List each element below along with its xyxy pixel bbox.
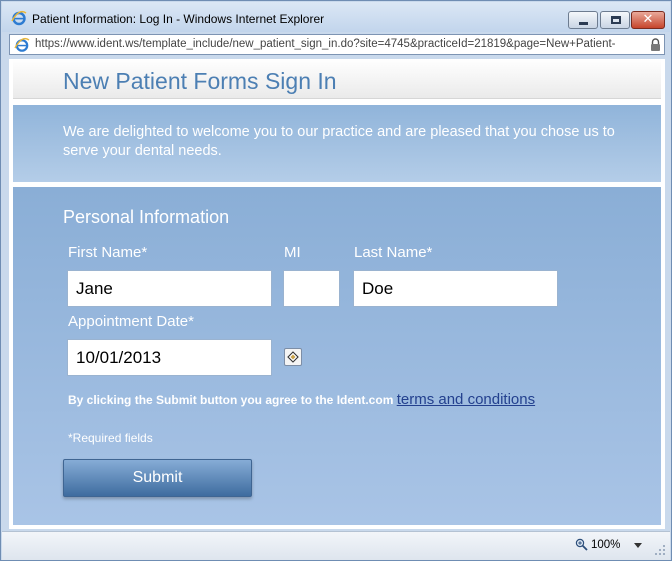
page-title: New Patient Forms Sign In [63, 68, 337, 94]
minimize-button[interactable] [568, 11, 598, 29]
appointment-date-field[interactable] [67, 339, 272, 376]
last-name-field[interactable] [353, 270, 558, 307]
zoom-level[interactable]: 100% [591, 539, 620, 551]
submit-button[interactable]: Submit [63, 459, 252, 497]
resize-grip-icon[interactable] [654, 544, 666, 556]
section-title: Personal Information [63, 207, 230, 227]
minimize-icon [579, 22, 588, 25]
first-name-label: First Name* [68, 244, 148, 261]
mi-field[interactable] [283, 270, 340, 307]
title-bar[interactable]: Patient Information: Log In - Windows In… [2, 2, 670, 32]
url-text[interactable]: https://www.ident.ws/template_include/ne… [35, 38, 643, 50]
ie-icon [11, 10, 27, 26]
mi-label: MI [284, 244, 301, 261]
appointment-date-label: Appointment Date* [68, 313, 194, 330]
required-note: *Required fields [68, 431, 153, 445]
window-title: Patient Information: Log In - Windows In… [32, 12, 325, 26]
first-name-field[interactable] [67, 270, 272, 307]
close-icon: ✕ [642, 12, 654, 27]
agreement-text: By clicking the Submit button you agree … [68, 393, 394, 407]
address-bar[interactable]: https://www.ident.ws/template_include/ne… [9, 34, 665, 55]
maximize-icon [611, 16, 621, 24]
terms-link[interactable]: terms and conditions [397, 391, 535, 408]
date-picker-button[interactable] [284, 348, 302, 366]
ie-page-icon [14, 37, 30, 52]
welcome-panel: We are delighted to welcome you to our p… [13, 105, 661, 182]
browser-window: Patient Information: Log In - Windows In… [0, 0, 672, 561]
page-viewport: New Patient Forms Sign In We are delight… [9, 59, 665, 529]
page-header: New Patient Forms Sign In [13, 59, 661, 99]
sign-in-form: Personal Information First Name* MI Last… [13, 187, 661, 525]
maximize-button[interactable] [600, 11, 630, 29]
status-bar: 100% [2, 531, 670, 560]
calendar-icon [287, 351, 299, 363]
lock-icon[interactable] [650, 38, 661, 51]
close-button[interactable]: ✕ [631, 11, 665, 29]
last-name-label: Last Name* [354, 244, 433, 261]
zoom-dropdown-icon[interactable] [634, 543, 642, 548]
zoom-icon[interactable] [575, 538, 588, 551]
terms-agreement: By clicking the Submit button you agree … [68, 391, 535, 408]
welcome-text: We are delighted to welcome you to our p… [63, 124, 615, 159]
